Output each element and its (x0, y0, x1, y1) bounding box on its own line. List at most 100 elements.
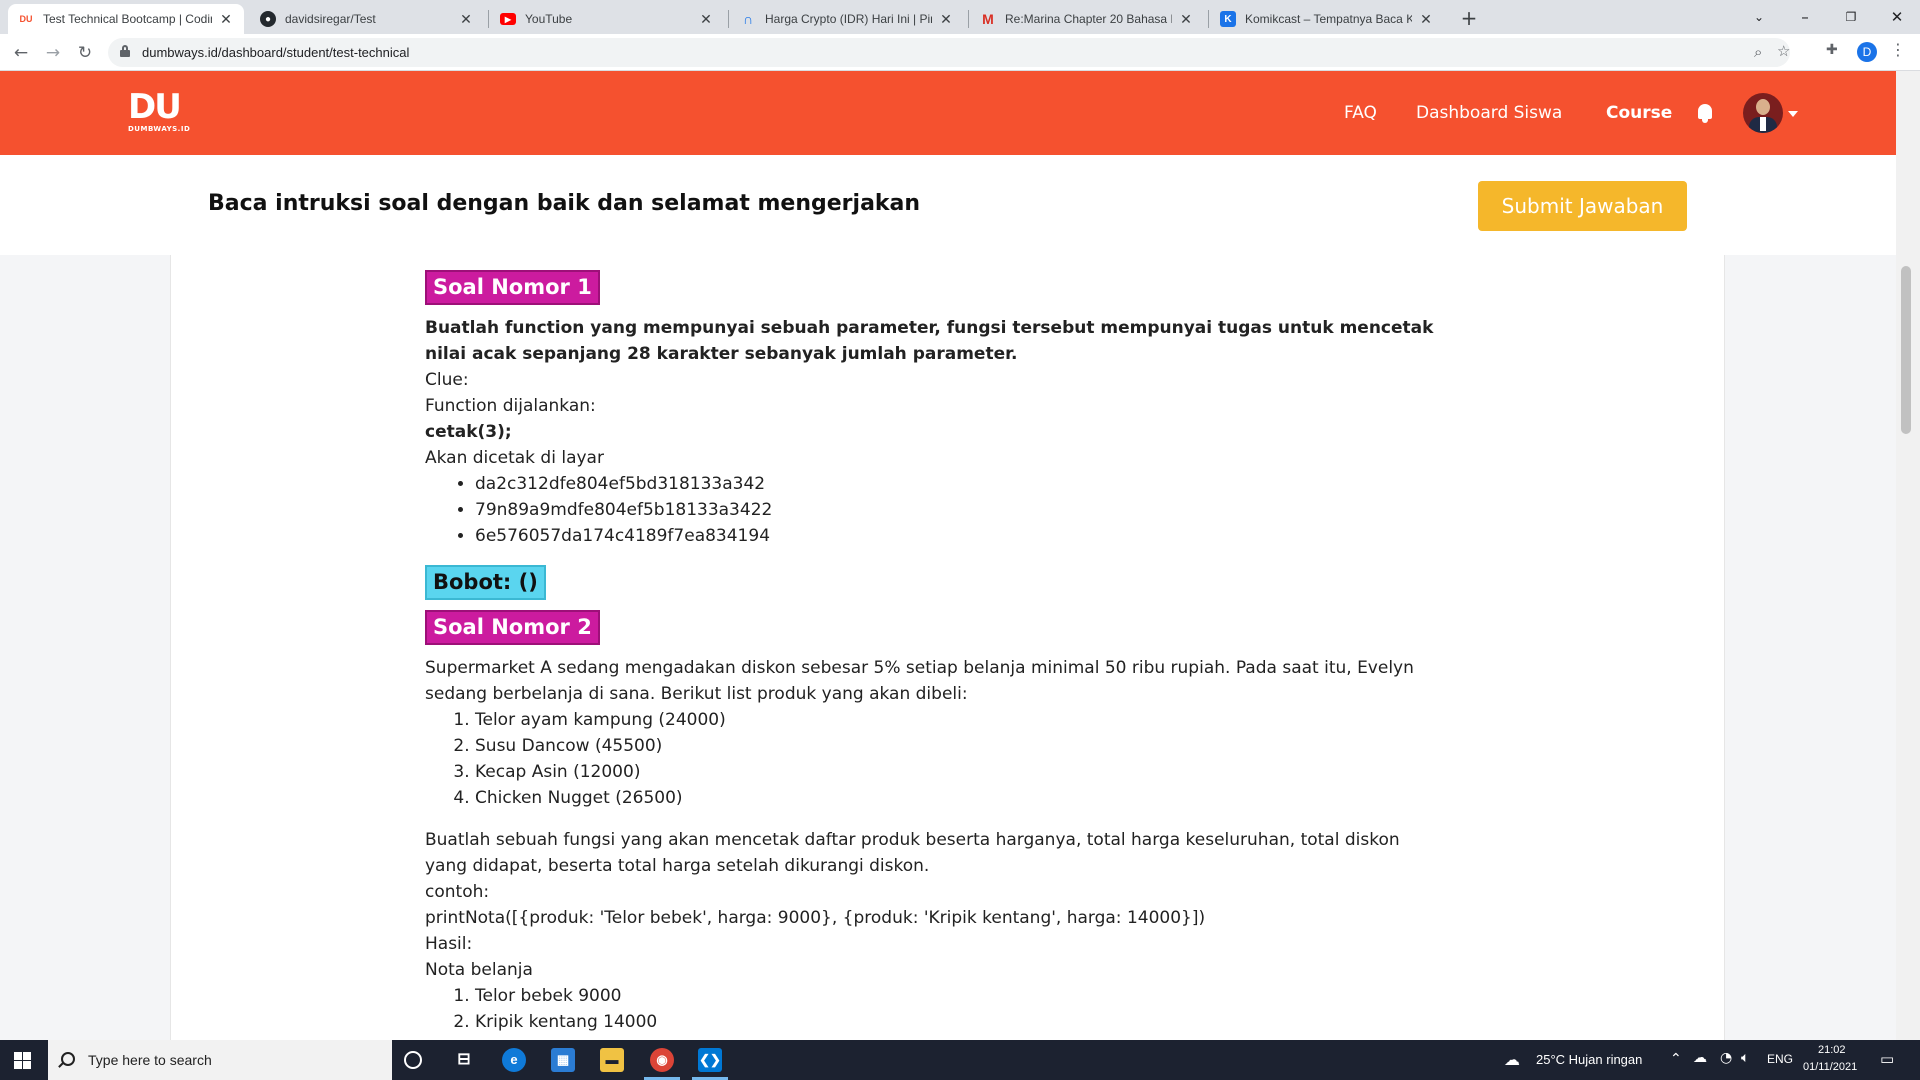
clock-date[interactable]: 01/11/2021 (1803, 1061, 1857, 1073)
nav-dashboard-link[interactable]: Dashboard Siswa (1416, 103, 1562, 123)
volume-icon[interactable]: 🔈︎ (1741, 1050, 1749, 1066)
reload-icon[interactable]: ↻ (72, 40, 98, 66)
list-item: da2c312dfe804ef5bd318133a342 (475, 471, 1435, 497)
list-item: Susu Dancow (45500) (475, 733, 1435, 759)
instruction-title: Baca intruksi soal dengan baik dan selam… (208, 191, 921, 216)
close-tab-icon[interactable]: ✕ (218, 11, 234, 28)
lock-icon (120, 45, 130, 57)
clock-time[interactable]: 21:02 (1818, 1044, 1846, 1056)
product-list: Telor ayam kampung (24000) Susu Dancow (… (475, 707, 1435, 811)
list-item: Chicken Nugget (26500) (475, 785, 1435, 811)
minimize-button[interactable]: – (1782, 4, 1828, 30)
tab-title: YouTube (525, 12, 573, 26)
tab-title: Test Technical Bootcamp | Coding (43, 12, 212, 26)
search-icon (61, 1052, 75, 1066)
notifications-icon[interactable]: ▭ (1880, 1050, 1894, 1068)
file-explorer-icon[interactable]: ▬ (600, 1048, 624, 1072)
browser-tab-strip: DU Test Technical Bootcamp | Coding ✕ ● … (0, 0, 1920, 34)
onedrive-icon[interactable]: ☁ (1693, 1050, 1707, 1066)
store-icon[interactable]: ▦ (551, 1048, 575, 1072)
wifi-icon[interactable]: ◔ (1720, 1050, 1732, 1066)
question-2-task: Buatlah sebuah fungsi yang akan mencetak… (425, 830, 1400, 876)
list-item: 79n89a9mdfe804ef5b18133a3422 (475, 497, 1435, 523)
question-1-prompt: Buatlah function yang mempunyai sebuah p… (425, 318, 1434, 364)
pintu-favicon-icon: ∩ (742, 11, 754, 27)
list-item: Kripik kentang 14000 (475, 1009, 1435, 1035)
close-tab-icon[interactable]: ✕ (938, 11, 954, 28)
chevron-down-icon[interactable] (1788, 111, 1798, 117)
question-2-heading: Soal Nomor 2 (425, 610, 600, 645)
weather-text[interactable]: 25°C Hujan ringan (1536, 1052, 1642, 1067)
function-run-label: Function dijalankan: (425, 396, 596, 416)
close-tab-icon[interactable]: ✕ (698, 11, 714, 28)
list-item: Telor bebek 9000 (475, 983, 1435, 1009)
user-avatar[interactable] (1743, 93, 1783, 133)
task-view-icon[interactable]: ⊟ (452, 1048, 476, 1072)
tab-youtube[interactable]: ▶ YouTube ✕ (490, 4, 724, 34)
url-text[interactable]: dumbways.id/dashboard/student/test-techn… (142, 45, 409, 60)
new-tab-button[interactable]: + (1455, 6, 1483, 30)
function-call: cetak(3); (425, 422, 512, 442)
tab-github[interactable]: ● davidsiregar/Test ✕ (250, 4, 484, 34)
question-content: Soal Nomor 1 Buatlah function yang mempu… (425, 270, 1435, 1035)
notification-bell-icon[interactable] (1697, 104, 1713, 124)
dumbways-favicon-icon: DU (19, 14, 33, 24)
edge-icon[interactable]: e (502, 1048, 526, 1072)
scrollbar-thumb[interactable] (1901, 266, 1911, 434)
close-window-button[interactable]: ✕ (1874, 4, 1920, 30)
cortana-icon[interactable] (404, 1051, 422, 1069)
instruction-bar: Baca intruksi soal dengan baik dan selam… (0, 155, 1896, 255)
close-tab-icon[interactable]: ✕ (458, 11, 474, 28)
tab-title: Harga Crypto (IDR) Hari Ini | Pintu (765, 12, 932, 26)
close-tab-icon[interactable]: ✕ (1418, 11, 1434, 28)
nota-list: Telor bebek 9000 Kripik kentang 14000 (475, 983, 1435, 1035)
bobot-badge: Bobot: () (425, 565, 546, 600)
close-tab-icon[interactable]: ✕ (1178, 11, 1194, 28)
browser-menu-icon[interactable]: ⋮ (1890, 40, 1906, 59)
example-label: contoh: (425, 882, 490, 902)
tab-test-technical[interactable]: DU Test Technical Bootcamp | Coding ✕ (8, 4, 244, 34)
language-indicator[interactable]: ENG (1767, 1052, 1793, 1066)
profile-avatar[interactable]: D (1857, 42, 1877, 62)
site-header: DU DUMBWAYS.ID FAQ Dashboard Siswa Cours… (0, 71, 1896, 155)
list-item: Telor ayam kampung (24000) (475, 707, 1435, 733)
bookmark-star-icon[interactable]: ☆ (1777, 42, 1790, 60)
back-icon[interactable]: ← (8, 40, 34, 66)
windows-taskbar: Type here to search ⊟ e ▦ ▬ ◉ ❮❯ ☁ 25°C … (0, 1040, 1920, 1080)
nota-label: Nota belanja (425, 960, 533, 980)
tab-pintu[interactable]: ∩ Harga Crypto (IDR) Hari Ini | Pintu ✕ (730, 4, 964, 34)
tab-title: davidsiregar/Test (285, 12, 376, 26)
extensions-icon[interactable]: ✚ (1826, 42, 1838, 58)
komikcast-favicon-icon: K (1220, 11, 1236, 27)
list-item: 6e576057da174c4189f7ea834194 (475, 523, 1435, 549)
vscode-icon[interactable]: ❮❯ (698, 1048, 722, 1072)
restore-button[interactable]: ❐ (1828, 4, 1874, 30)
show-hidden-icons-icon[interactable]: ⌃ (1670, 1051, 1682, 1067)
taskbar-search-box[interactable]: Type here to search (48, 1040, 392, 1080)
weather-icon[interactable]: ☁ (1504, 1050, 1520, 1069)
chrome-icon[interactable]: ◉ (650, 1048, 674, 1072)
output-label: Akan dicetak di layar (425, 448, 604, 468)
tab-search-icon[interactable]: ⌄ (1736, 4, 1782, 30)
question-1-heading: Soal Nomor 1 (425, 270, 600, 305)
windows-start-icon[interactable] (14, 1052, 31, 1069)
dumbways-logo[interactable]: DU DUMBWAYS.ID (128, 90, 190, 133)
address-bar[interactable]: dumbways.id/dashboard/student/test-techn… (108, 38, 1790, 67)
list-item: Kecap Asin (12000) (475, 759, 1435, 785)
tab-komikcast[interactable]: K Komikcast – Tempatnya Baca Kom ✕ (1210, 4, 1444, 34)
tab-remarina[interactable]: M Re:Marina Chapter 20 Bahasa Indo ✕ (970, 4, 1204, 34)
nav-course-link[interactable]: Course (1606, 103, 1672, 123)
example-call: printNota([{produk: 'Telor bebek', harga… (425, 908, 1206, 928)
submit-answer-button[interactable]: Submit Jawaban (1478, 181, 1687, 231)
zoom-icon[interactable]: ⌕ (1754, 43, 1762, 61)
github-icon: ● (260, 11, 276, 27)
page-scrollbar[interactable] (1896, 71, 1920, 1040)
forward-icon[interactable]: → (40, 40, 66, 66)
nav-faq-link[interactable]: FAQ (1344, 103, 1377, 123)
browser-toolbar: ← → ↻ dumbways.id/dashboard/student/test… (0, 34, 1920, 71)
tab-title: Re:Marina Chapter 20 Bahasa Indo (1005, 12, 1172, 26)
output-list: da2c312dfe804ef5bd318133a342 79n89a9mdfe… (475, 471, 1435, 549)
question-2-intro: Supermarket A sedang mengadakan diskon s… (425, 658, 1414, 704)
result-label: Hasil: (425, 934, 473, 954)
tab-title: Komikcast – Tempatnya Baca Kom (1245, 12, 1412, 26)
